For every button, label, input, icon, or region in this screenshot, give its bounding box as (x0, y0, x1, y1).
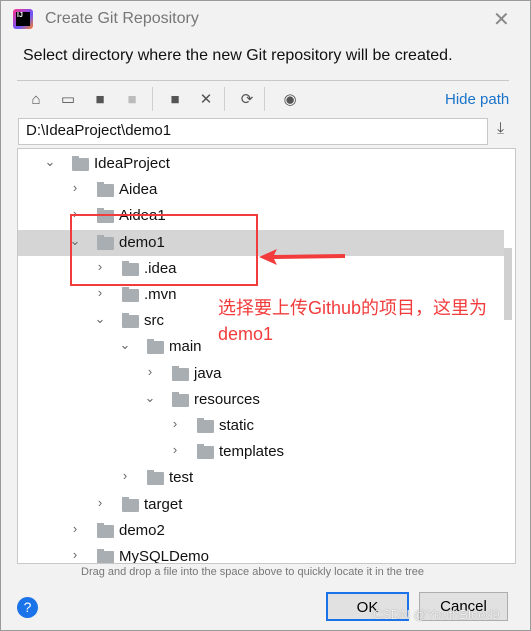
annotation-box (70, 214, 258, 286)
tree-item[interactable]: › static (18, 413, 504, 439)
tree-item-label: templates (219, 443, 285, 461)
chevron-right-icon[interactable]: › (169, 416, 181, 431)
watermark: CSDN @YouthBlood9 (373, 607, 500, 622)
chevron-right-icon[interactable]: › (94, 495, 106, 510)
folder-icon (97, 182, 114, 198)
chevron-right-icon[interactable]: › (69, 180, 81, 195)
help-button[interactable]: ? (17, 597, 38, 618)
tree-item-label: resources (194, 390, 260, 408)
folder-icon (172, 391, 189, 407)
hide-path-link[interactable]: Hide path (445, 91, 509, 108)
folder-icon (122, 287, 139, 302)
folder-icon (147, 470, 164, 486)
home-icon[interactable]: ⌂ (25, 89, 47, 111)
close-button[interactable]: ✕ (493, 7, 510, 32)
tree-item[interactable]: › test (18, 465, 504, 491)
folder-icon (72, 156, 89, 171)
annotation-arrow (259, 249, 345, 265)
chevron-down-icon[interactable]: ⌄ (119, 337, 131, 353)
chevron-right-icon[interactable]: › (94, 285, 106, 300)
drag-drop-hint: Drag and drop a file into the space abov… (81, 566, 425, 578)
tree-item[interactable]: › target (18, 492, 504, 518)
download-icon[interactable]: ⤓ (497, 120, 504, 138)
tree-item-label: Aidea (119, 181, 158, 199)
chevron-right-icon[interactable]: › (144, 364, 156, 379)
intellij-logo: IJ (13, 9, 33, 29)
folder-icon (172, 365, 189, 381)
chevron-right-icon[interactable]: › (119, 468, 131, 483)
chevron-down-icon[interactable]: ⌄ (144, 390, 156, 406)
chevron-right-icon[interactable]: › (69, 547, 81, 562)
chevron-right-icon[interactable]: › (169, 442, 181, 457)
tree-item-label: static (219, 417, 255, 434)
tree-item[interactable]: › java (18, 361, 504, 387)
folder-icon (97, 522, 114, 538)
tree-item-label: target (144, 495, 183, 513)
divider (17, 80, 509, 81)
divider (224, 87, 225, 111)
directory-tree[interactable]: ⌄ IdeaProject › Aidea › Aidea1 ⌄ demo1 › .idea › .m… (17, 148, 516, 564)
path-input[interactable]: D:\IdeaProject\demo1 (18, 118, 488, 145)
project-folder-icon[interactable]: ■ (89, 89, 111, 111)
annotation-text: 选择要上传Github的项目，这里为demo1 (218, 298, 488, 344)
chevron-right-icon[interactable]: › (69, 521, 81, 536)
tree-item[interactable]: › MySQLDemo (18, 544, 504, 564)
chevron-down-icon[interactable]: ⌄ (94, 311, 106, 327)
tree-item[interactable]: › demo2 (18, 518, 504, 544)
tree-item-label: main (169, 338, 202, 356)
divider (152, 87, 153, 111)
chevron-down-icon[interactable]: ⌄ (44, 154, 56, 170)
folder-icon (147, 339, 164, 355)
dialog-description: Select directory where the new Git repos… (23, 47, 453, 64)
module-folder-icon[interactable]: ■ (121, 89, 143, 111)
dialog-title: Create Git Repository (45, 10, 199, 27)
tree-item-label: IdeaProject (94, 155, 170, 172)
folder-icon (122, 496, 139, 512)
delete-icon[interactable]: ✕ (195, 89, 217, 111)
tree-item-label: MySQLDemo (119, 548, 210, 564)
show-hidden-icon[interactable]: ◉ (279, 89, 301, 111)
folder-icon (197, 444, 214, 460)
refresh-icon[interactable]: ⟳ (236, 89, 258, 111)
divider (264, 87, 265, 111)
tree-item-label: demo2 (119, 521, 165, 539)
tree-item-label: src (144, 312, 164, 330)
tree-item[interactable]: › Aidea (18, 177, 504, 203)
tree-item[interactable]: ⌄ IdeaProject (18, 151, 504, 177)
new-folder-icon[interactable]: ■ (164, 89, 186, 111)
folder-icon (97, 549, 114, 563)
folder-icon (122, 313, 139, 329)
folder-icon (197, 418, 214, 433)
tree-item-label: .mvn (144, 286, 177, 303)
tree-item-label: test (169, 469, 194, 487)
tree-item-label: java (194, 364, 222, 382)
tree-item[interactable]: › templates (18, 439, 504, 465)
desktop-icon[interactable]: ▭ (57, 89, 79, 111)
tree-item[interactable]: ⌄ resources (18, 387, 504, 413)
